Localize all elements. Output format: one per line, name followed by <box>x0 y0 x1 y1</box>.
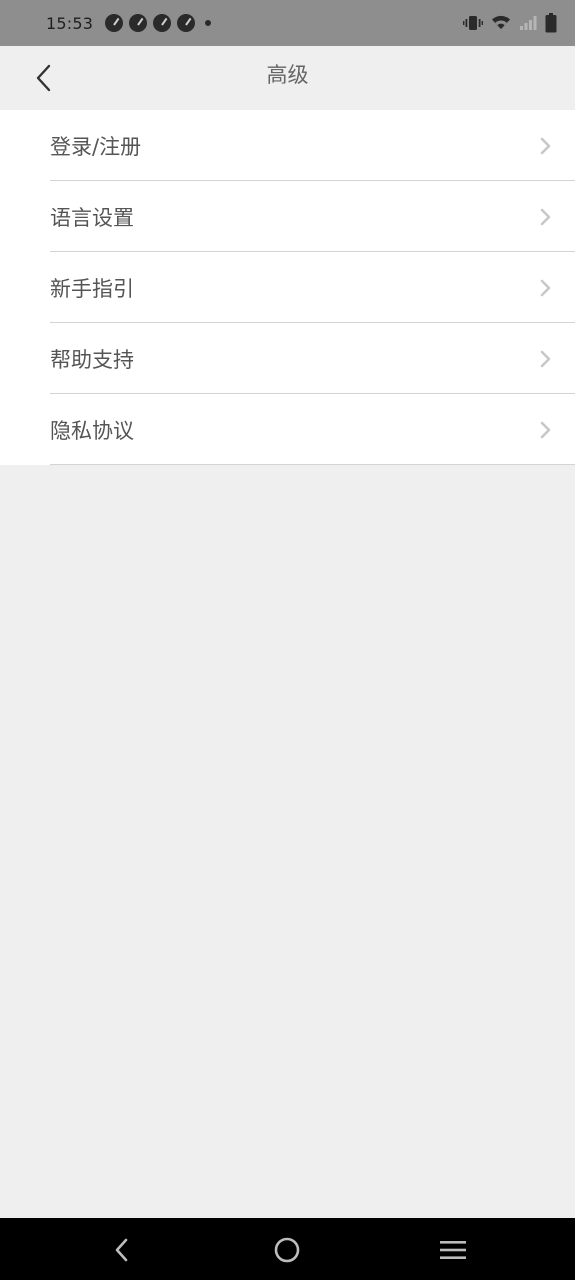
battery-icon <box>545 13 557 33</box>
gauge-icon <box>129 14 148 32</box>
chevron-right-icon <box>540 279 551 296</box>
settings-item-label: 登录/注册 <box>50 134 142 159</box>
gauge-icon <box>153 14 172 32</box>
status-bar: 15:53 <box>0 0 575 46</box>
settings-item-beginner-guide[interactable]: 新手指引 <box>0 252 575 323</box>
chevron-right-icon <box>540 137 551 154</box>
wifi-icon <box>491 14 511 32</box>
settings-item-help-support[interactable]: 帮助支持 <box>0 323 575 394</box>
signal-icon <box>519 14 537 32</box>
nav-menu-icon <box>440 1241 466 1259</box>
status-time: 15:53 <box>46 13 94 33</box>
chevron-right-icon <box>540 350 551 367</box>
nav-back-button[interactable] <box>100 1228 144 1272</box>
vibrate-icon <box>463 14 483 32</box>
gauge-icon <box>105 14 124 32</box>
nav-home-icon <box>274 1237 300 1263</box>
gauge-icon <box>177 14 196 32</box>
nav-home-button[interactable] <box>265 1228 309 1272</box>
settings-item-language[interactable]: 语言设置 <box>0 181 575 252</box>
settings-item-label: 隐私协议 <box>50 418 134 443</box>
settings-item-login-register[interactable]: 登录/注册 <box>0 110 575 181</box>
settings-list: 登录/注册 语言设置 新手指引 帮助支持 隐私协议 <box>0 110 575 465</box>
notification-icons <box>105 14 212 32</box>
nav-menu-button[interactable] <box>431 1228 475 1272</box>
system-status-icons <box>463 13 557 33</box>
page-title: 高级 <box>266 63 309 87</box>
system-nav-bar <box>0 1218 575 1280</box>
settings-item-privacy-policy[interactable]: 隐私协议 <box>0 394 575 465</box>
settings-item-label: 帮助支持 <box>50 347 134 372</box>
more-notifications-dot-icon <box>205 20 212 26</box>
chevron-right-icon <box>540 421 551 438</box>
nav-back-icon <box>115 1238 128 1262</box>
chevron-right-icon <box>540 208 551 225</box>
settings-item-label: 新手指引 <box>50 276 134 301</box>
app-header: 高级 <box>0 46 575 110</box>
settings-item-label: 语言设置 <box>50 205 134 230</box>
